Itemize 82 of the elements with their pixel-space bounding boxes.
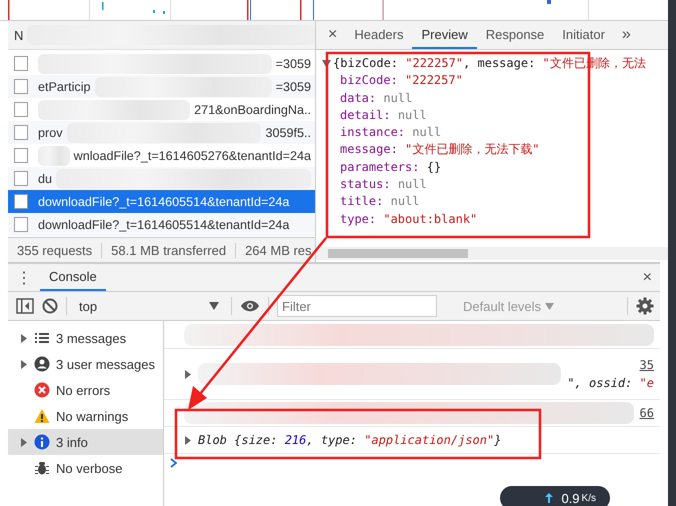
request-name: 271&onBoardingNa.. [194, 102, 311, 116]
json-property: type: "about:blank" [339, 210, 478, 228]
json-token: "222257" [405, 55, 464, 72]
speed-unit: K/s [582, 492, 596, 504]
expand-triangle-icon[interactable] [20, 438, 28, 446]
source-link[interactable]: 35 [640, 358, 654, 372]
clear-console-icon[interactable] [42, 298, 58, 314]
request-name: du [38, 172, 52, 186]
json-property: bizCode: "222257" [339, 72, 464, 90]
column-header[interactable]: N [14, 28, 24, 42]
speed-value: 0.9 [561, 490, 580, 506]
sidebar-item[interactable]: 3 user messages [8, 351, 163, 377]
request-name: 3059f5.. [265, 126, 311, 140]
expand-triangle-icon[interactable] [20, 334, 28, 342]
close-button[interactable]: × [320, 21, 346, 49]
console-object[interactable]: Blob {size: 216, type: "application/json"} [198, 433, 502, 447]
tab[interactable]: Response [476, 21, 554, 49]
more-options-button[interactable]: ⋮ [8, 264, 40, 291]
eye-icon[interactable] [240, 299, 260, 313]
checkbox[interactable] [14, 102, 28, 117]
request-name: etParticip [38, 80, 90, 94]
checkbox[interactable] [14, 194, 28, 209]
request-row[interactable]: du [8, 167, 315, 190]
expand-triangle-icon[interactable] [184, 436, 192, 444]
request-name: =3059 [276, 56, 311, 70]
user-icon [34, 356, 50, 372]
json-property: instance: null [339, 124, 442, 142]
source-link[interactable]: 66 [640, 406, 654, 420]
checkbox[interactable] [14, 79, 28, 94]
list-icon [34, 330, 50, 346]
collapse-triangle-icon[interactable] [322, 60, 331, 68]
status-text: 355 requests [8, 242, 102, 258]
sidebar-item[interactable]: No errors [8, 377, 163, 403]
json-property: message: "文件已删除，无法下载" [339, 141, 540, 158]
json-token: {bizCode: [333, 55, 400, 72]
sidebar-toggle-icon[interactable] [16, 298, 34, 314]
request-name: prov [38, 126, 62, 140]
expand-triangle-icon[interactable] [20, 360, 28, 368]
json-token: , message: [463, 55, 536, 72]
request-row[interactable]: downloadFile?_t=1614605514&tenantId=24a [8, 213, 315, 236]
prompt-icon[interactable] [170, 458, 178, 468]
expand-triangle-icon[interactable] [184, 370, 192, 378]
caret-icon [545, 302, 554, 310]
horizontal-scrollbar[interactable] [316, 247, 668, 260]
json-property: status: null [339, 176, 428, 194]
checkbox[interactable] [14, 125, 28, 140]
request-name: wnloadFile?_t=1614605276&tenantId=24a [74, 148, 311, 162]
checkbox[interactable] [14, 148, 28, 163]
tab[interactable]: Preview [412, 21, 477, 49]
checkbox[interactable] [14, 171, 28, 186]
info-icon [34, 434, 50, 450]
bug-icon [34, 460, 50, 476]
warning-icon [34, 408, 50, 424]
request-name: downloadFile?_t=1614605514&tenantId=24a [38, 194, 290, 208]
filter-field[interactable]: Filter [277, 295, 437, 317]
request-row[interactable]: etParticip =3059 [8, 75, 315, 98]
sidebar-item[interactable]: 3 messages [8, 325, 163, 351]
more-tabs-button[interactable]: » [614, 21, 639, 49]
checkbox[interactable] [14, 217, 28, 232]
settings-icon[interactable] [636, 297, 654, 315]
checkbox[interactable] [14, 56, 28, 71]
console-object: ", ossid: "e [567, 376, 654, 390]
sidebar-item[interactable]: No warnings [8, 403, 163, 429]
json-property: parameters: {} [339, 158, 442, 176]
request-name: =3059 [276, 80, 311, 94]
upload-arrow-icon [545, 493, 554, 503]
sidebar-item[interactable]: No verbose [8, 455, 163, 481]
status-text: 58.1 MB transferred [102, 242, 236, 258]
context-dropdown[interactable]: top [75, 298, 223, 314]
request-name: downloadFile?_t=1614605514&tenantId=24a [38, 218, 290, 232]
request-row[interactable]: downloadFile?_t=1614605514&tenantId=24a [8, 190, 315, 213]
redaction-blur [38, 146, 70, 166]
tab[interactable]: Initiator [553, 21, 614, 49]
sidebar-item[interactable]: 3 info [8, 429, 163, 455]
request-row[interactable]: prov 3059f5.. [8, 121, 315, 144]
error-icon [34, 382, 50, 398]
json-property: data: null [339, 90, 414, 107]
tab[interactable]: Headers [345, 21, 412, 49]
json-property: title: null [339, 193, 420, 210]
close-button[interactable]: × [634, 264, 660, 291]
json-property: detail: null [339, 106, 428, 124]
caret-icon [209, 302, 219, 310]
